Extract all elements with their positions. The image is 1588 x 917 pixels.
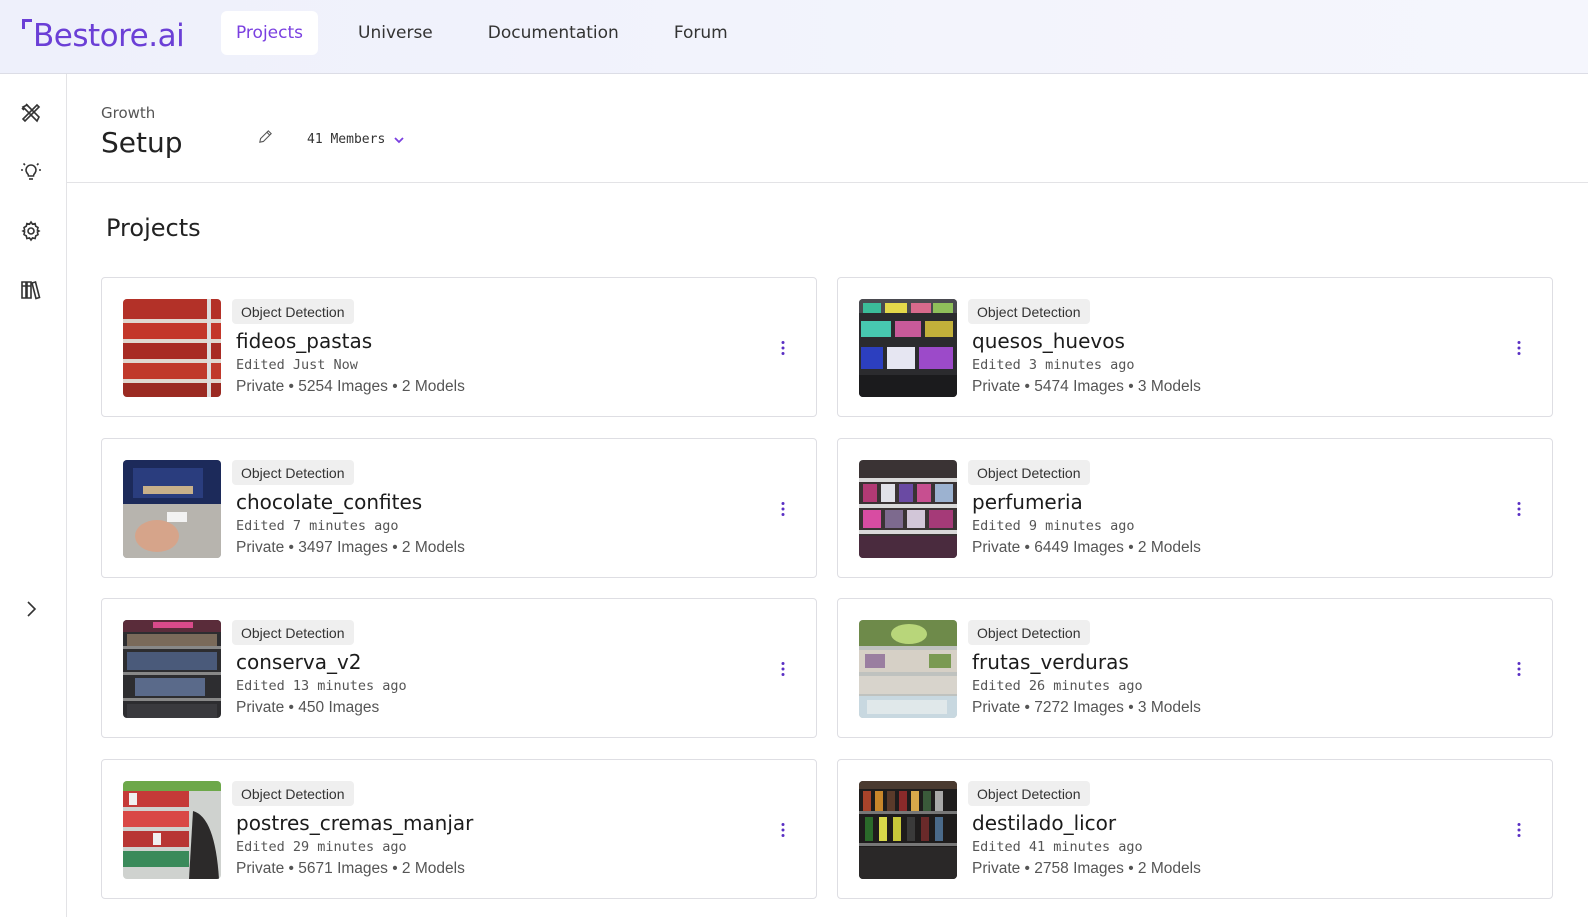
nav-item-documentation[interactable]: Documentation bbox=[473, 11, 634, 55]
project-edited: Edited 41 minutes ago bbox=[972, 839, 1143, 855]
project-card[interactable]: Object Detection quesos_huevos Edited 3 … bbox=[837, 277, 1553, 417]
gear-icon[interactable] bbox=[18, 218, 44, 244]
main-nav: Projects Universe Documentation Forum bbox=[221, 11, 768, 55]
project-card[interactable]: Object Detection frutas_verduras Edited … bbox=[837, 598, 1553, 738]
project-thumbnail bbox=[859, 620, 957, 718]
project-card[interactable]: Object Detection destilado_licor Edited … bbox=[837, 759, 1553, 899]
project-edited: Edited 7 minutes ago bbox=[236, 518, 399, 534]
members-count: 41 Members bbox=[307, 132, 386, 147]
project-edited: Edited 29 minutes ago bbox=[236, 839, 407, 855]
project-meta: Private • 5474 Images • 3 Models bbox=[972, 378, 1201, 395]
more-menu-icon[interactable] bbox=[777, 499, 789, 519]
project-name[interactable]: chocolate_confites bbox=[236, 490, 422, 514]
project-meta: Private • 3497 Images • 2 Models bbox=[236, 539, 465, 556]
nav-item-projects[interactable]: Projects bbox=[221, 11, 318, 55]
left-sidebar bbox=[0, 74, 67, 917]
brand-name: Bestore.ai bbox=[33, 18, 185, 54]
project-meta: Private • 6449 Images • 2 Models bbox=[972, 539, 1201, 556]
chevron-down-icon bbox=[393, 134, 405, 146]
library-icon[interactable] bbox=[18, 277, 44, 303]
project-name[interactable]: postres_cremas_manjar bbox=[236, 811, 473, 835]
project-meta: Private • 7272 Images • 3 Models bbox=[972, 699, 1201, 716]
project-edited: Edited Just Now bbox=[236, 357, 358, 373]
project-thumbnail bbox=[123, 781, 221, 879]
brand-logo[interactable]: Bestore.ai bbox=[22, 14, 185, 58]
nav-item-universe[interactable]: Universe bbox=[343, 11, 448, 55]
project-name[interactable]: fideos_pastas bbox=[236, 329, 372, 353]
breadcrumb[interactable]: Growth bbox=[101, 104, 155, 122]
project-edited: Edited 13 minutes ago bbox=[236, 678, 407, 694]
more-menu-icon[interactable] bbox=[1513, 820, 1525, 840]
project-name[interactable]: destilado_licor bbox=[972, 811, 1116, 835]
lightbulb-icon[interactable] bbox=[18, 158, 44, 184]
project-meta: Private • 5671 Images • 2 Models bbox=[236, 860, 465, 877]
project-name[interactable]: perfumeria bbox=[972, 490, 1083, 514]
project-edited: Edited 26 minutes ago bbox=[972, 678, 1143, 694]
project-meta: Private • 2758 Images • 2 Models bbox=[972, 860, 1201, 877]
project-thumbnail bbox=[123, 299, 221, 397]
project-name[interactable]: frutas_verduras bbox=[972, 650, 1129, 674]
edit-pencil-icon[interactable] bbox=[257, 128, 275, 146]
project-thumbnail bbox=[123, 460, 221, 558]
project-type-badge: Object Detection bbox=[232, 299, 354, 324]
workspace-header: Growth Setup 41 Members bbox=[67, 74, 1588, 183]
project-card[interactable]: Object Detection perfumeria Edited 9 min… bbox=[837, 438, 1553, 578]
more-menu-icon[interactable] bbox=[777, 338, 789, 358]
project-type-badge: Object Detection bbox=[968, 781, 1090, 806]
more-menu-icon[interactable] bbox=[1513, 659, 1525, 679]
project-card[interactable]: Object Detection postres_cremas_manjar E… bbox=[101, 759, 817, 899]
project-thumbnail bbox=[859, 460, 957, 558]
project-thumbnail bbox=[859, 299, 957, 397]
project-edited: Edited 9 minutes ago bbox=[972, 518, 1135, 534]
chevron-right-icon[interactable] bbox=[18, 596, 44, 622]
logo-mark-icon bbox=[22, 19, 32, 39]
project-thumbnail bbox=[859, 781, 957, 879]
tools-icon[interactable] bbox=[18, 100, 44, 126]
project-name[interactable]: conserva_v2 bbox=[236, 650, 362, 674]
project-type-badge: Object Detection bbox=[968, 460, 1090, 485]
project-card[interactable]: Object Detection conserva_v2 Edited 13 m… bbox=[101, 598, 817, 738]
more-menu-icon[interactable] bbox=[777, 659, 789, 679]
project-meta: Private • 5254 Images • 2 Models bbox=[236, 378, 465, 395]
project-thumbnail bbox=[123, 620, 221, 718]
project-type-badge: Object Detection bbox=[232, 620, 354, 645]
members-dropdown[interactable]: 41 Members bbox=[307, 132, 405, 147]
more-menu-icon[interactable] bbox=[1513, 499, 1525, 519]
project-card[interactable]: Object Detection fideos_pastas Edited Ju… bbox=[101, 277, 817, 417]
project-type-badge: Object Detection bbox=[968, 620, 1090, 645]
project-card[interactable]: Object Detection chocolate_confites Edit… bbox=[101, 438, 817, 578]
project-name[interactable]: quesos_huevos bbox=[972, 329, 1125, 353]
more-menu-icon[interactable] bbox=[1513, 338, 1525, 358]
project-type-badge: Object Detection bbox=[232, 781, 354, 806]
more-menu-icon[interactable] bbox=[777, 820, 789, 840]
project-type-badge: Object Detection bbox=[232, 460, 354, 485]
project-meta: Private • 450 Images bbox=[236, 699, 380, 716]
project-type-badge: Object Detection bbox=[968, 299, 1090, 324]
page-title: Setup bbox=[101, 126, 183, 159]
top-navbar: Bestore.ai Projects Universe Documentati… bbox=[0, 0, 1588, 74]
project-edited: Edited 3 minutes ago bbox=[972, 357, 1135, 373]
nav-item-forum[interactable]: Forum bbox=[659, 11, 743, 55]
section-title: Projects bbox=[106, 214, 201, 242]
